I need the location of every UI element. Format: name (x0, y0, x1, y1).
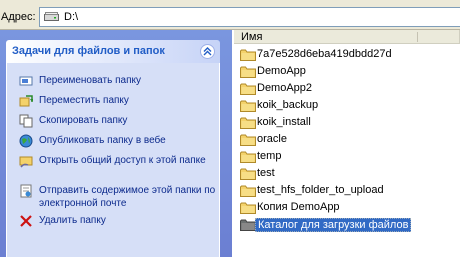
copy-icon (19, 114, 33, 128)
folder-icon (240, 117, 256, 129)
task-label: Опубликовать папку в вебе (39, 135, 166, 146)
file-name: Каталог для загрузки файлов (255, 218, 412, 232)
file-name: koik_backup (257, 99, 319, 111)
column-header-name[interactable]: Имя (234, 30, 460, 44)
folder-icon (240, 134, 256, 146)
column-header-label: Имя (241, 31, 263, 43)
file-name: temp (257, 150, 282, 162)
column-separator[interactable] (417, 32, 418, 42)
address-label: Адрес: (1, 11, 36, 23)
file-list-item[interactable]: 7a7e528d6eba419dbdd27d (240, 47, 450, 63)
file-name: koik_install (257, 116, 311, 128)
file-list-item[interactable]: DemoApp (240, 64, 450, 80)
file-name: test_hfs_folder_to_upload (257, 184, 384, 196)
file-tasks-panel: Задачи для файлов и папок Переименовать … (6, 40, 220, 257)
file-name: DemoApp (257, 65, 306, 77)
file-name: DemoApp2 (257, 82, 313, 94)
task-label: Скопировать папку (39, 115, 128, 126)
address-path: D:\ (64, 11, 79, 23)
folder-icon (240, 168, 256, 180)
task-label: Переместить папку (39, 95, 129, 106)
task-label: Отправить содержимое этой папки по элект… (39, 185, 216, 209)
folder-icon (240, 100, 256, 112)
collapse-button[interactable] (200, 44, 215, 59)
file-name: 7a7e528d6eba419dbdd27d (257, 48, 392, 60)
file-list-item[interactable]: koik_backup (240, 98, 450, 114)
task-pane: Задачи для файлов и папок Переименовать … (0, 30, 232, 257)
folder-icon (240, 202, 256, 214)
folder-icon (240, 185, 256, 197)
file-name: Копия DemoApp (257, 201, 340, 213)
chevron-up-icon (203, 47, 212, 56)
folder-icon (240, 151, 256, 163)
delete-icon (20, 215, 32, 227)
move-icon (19, 95, 33, 107)
file-list-item[interactable]: test (240, 166, 450, 182)
task-label: Переименовать папку (39, 75, 141, 86)
task-label: Открыть общий доступ к этой папке (39, 155, 206, 166)
file-name: test (257, 167, 275, 179)
file-list-item[interactable]: Копия DemoApp (240, 200, 450, 216)
drive-icon (44, 12, 59, 21)
rename-icon (19, 76, 33, 86)
folder-icon (240, 66, 256, 78)
file-list-item[interactable]: Каталог для загрузки файлов (240, 217, 450, 233)
address-bar: Адрес: D:\ (0, 0, 460, 30)
globe-icon (19, 134, 33, 148)
file-list: Имя 7a7e528d6eba419dbdd27d DemoApp DemoApp… (232, 30, 460, 257)
file-list-item[interactable]: DemoApp2 (240, 81, 450, 97)
email-icon (20, 184, 32, 198)
file-list-item[interactable]: temp (240, 149, 450, 165)
folder-icon (240, 83, 256, 95)
file-list-item[interactable]: koik_install (240, 115, 450, 131)
folder-icon (240, 219, 256, 231)
folder-icon (240, 49, 256, 61)
share-icon (19, 156, 33, 168)
panel-body: Переименовать папку Переместить папку Ск… (6, 63, 220, 257)
panel-header[interactable]: Задачи для файлов и папок (6, 40, 220, 63)
task-label: Удалить папку (39, 215, 106, 226)
file-list-item[interactable]: oracle (240, 132, 450, 148)
file-list-item[interactable]: test_hfs_folder_to_upload (240, 183, 450, 199)
file-name: oracle (257, 133, 287, 145)
panel-title: Задачи для файлов и папок (12, 45, 165, 57)
address-input[interactable]: D:\ (39, 7, 460, 27)
